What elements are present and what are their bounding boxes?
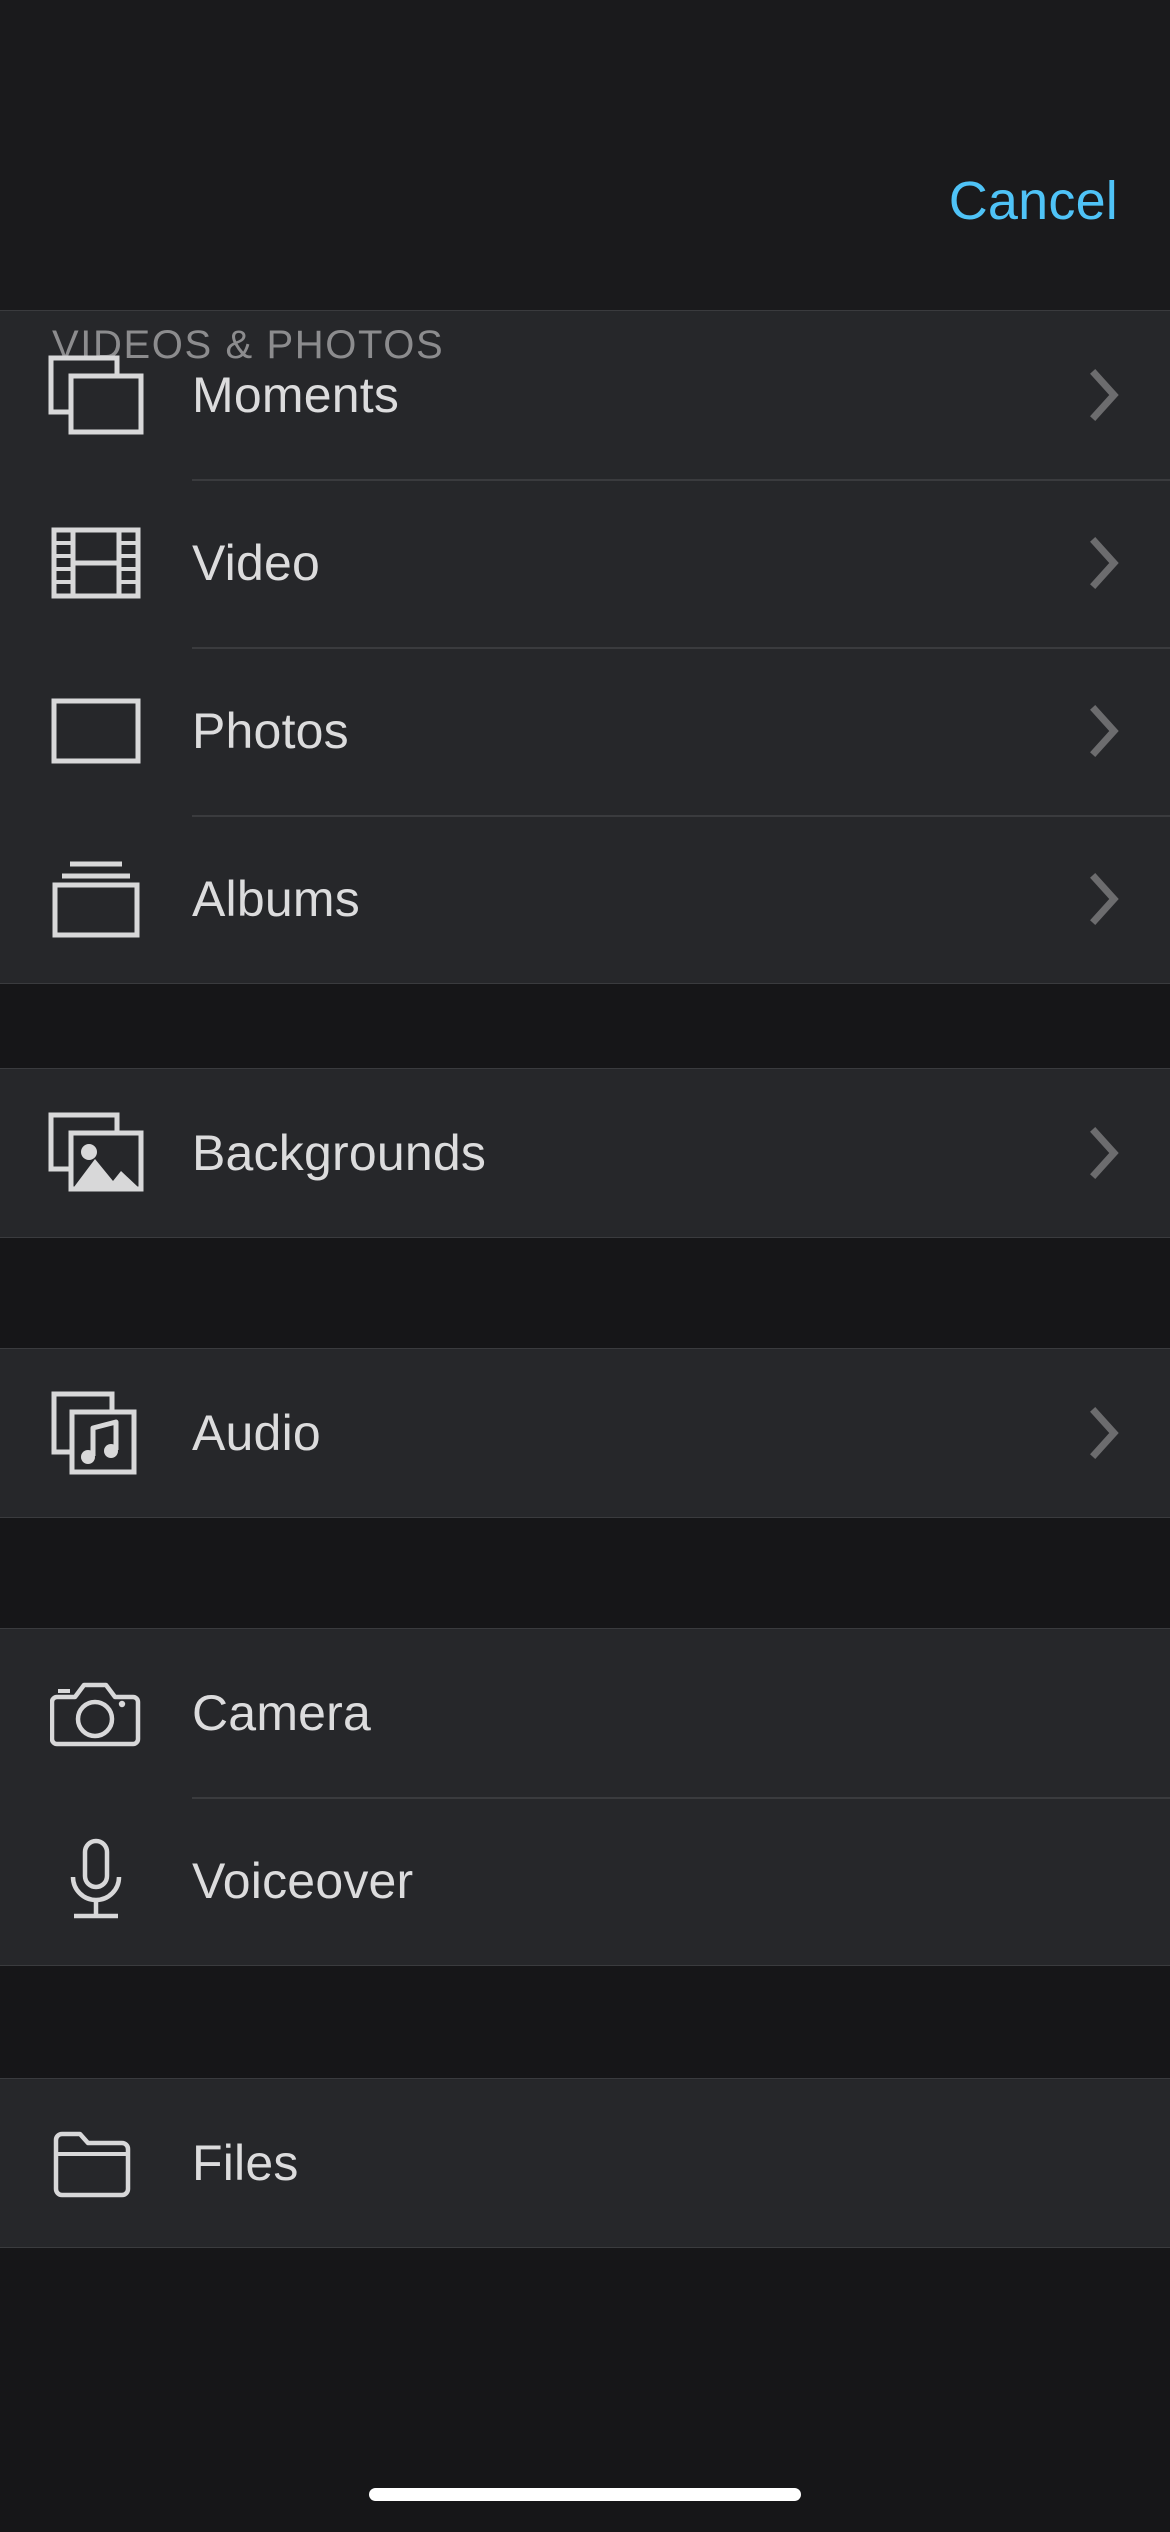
section-files: Files <box>0 2078 1170 2248</box>
home-indicator-area <box>0 2462 1170 2532</box>
list-item-label: Files <box>192 2135 299 2191</box>
list-item-albums[interactable]: Albums <box>0 815 1170 983</box>
picture-stack-icon <box>44 1101 148 1205</box>
chevron-right-icon <box>1088 1405 1122 1461</box>
list-item-label: Moments <box>192 367 400 423</box>
cancel-button[interactable]: Cancel <box>945 168 1122 234</box>
bottom-spacer <box>0 2248 1170 2462</box>
chevron-right-icon <box>1088 367 1122 423</box>
section-gap <box>0 1238 1170 1348</box>
camera-icon <box>44 1661 148 1765</box>
list-item-label: Audio <box>192 1405 321 1461</box>
media-picker-screen: Cancel VIDEOS & PHOTOS Moments Video Pho… <box>0 0 1170 2532</box>
list-item-audio[interactable]: Audio <box>0 1349 1170 1517</box>
section-gap <box>0 1966 1170 2078</box>
folder-icon <box>44 2111 148 2215</box>
list-item-backgrounds[interactable]: Backgrounds <box>0 1069 1170 1237</box>
photo-frame-icon <box>44 679 148 783</box>
list-item-label: Video <box>192 535 320 591</box>
chevron-right-icon <box>1088 535 1122 591</box>
chevron-right-icon <box>1088 1125 1122 1181</box>
microphone-icon <box>44 1829 148 1933</box>
list-item-label: Albums <box>192 871 360 927</box>
chevron-right-icon <box>1088 871 1122 927</box>
section-gap <box>0 1518 1170 1628</box>
music-note-stack-icon <box>44 1381 148 1485</box>
section-gap <box>0 984 1170 1068</box>
list-item-moments[interactable]: Moments <box>0 311 1170 479</box>
section-capture: Camera Voiceover <box>0 1628 1170 1966</box>
header: Cancel VIDEOS & PHOTOS <box>0 0 1170 365</box>
film-strip-icon <box>44 511 148 615</box>
list-item-label: Backgrounds <box>192 1125 487 1181</box>
list-item-label: Camera <box>192 1685 372 1741</box>
list-item-photos[interactable]: Photos <box>0 647 1170 815</box>
section-videos-and-photos: Moments Video Photos Albums <box>0 310 1170 984</box>
albums-stack-icon <box>44 847 148 951</box>
list-item-camera[interactable]: Camera <box>0 1629 1170 1797</box>
list-item-label: Voiceover <box>192 1853 414 1909</box>
home-indicator[interactable] <box>369 2488 801 2501</box>
section-audio: Audio <box>0 1348 1170 1518</box>
list-item-label: Photos <box>192 703 349 759</box>
chevron-right-icon <box>1088 703 1122 759</box>
stacked-photos-icon <box>44 343 148 447</box>
list-item-voiceover[interactable]: Voiceover <box>0 1797 1170 1965</box>
list-item-video[interactable]: Video <box>0 479 1170 647</box>
list-item-files[interactable]: Files <box>0 2079 1170 2247</box>
section-backgrounds: Backgrounds <box>0 1068 1170 1238</box>
